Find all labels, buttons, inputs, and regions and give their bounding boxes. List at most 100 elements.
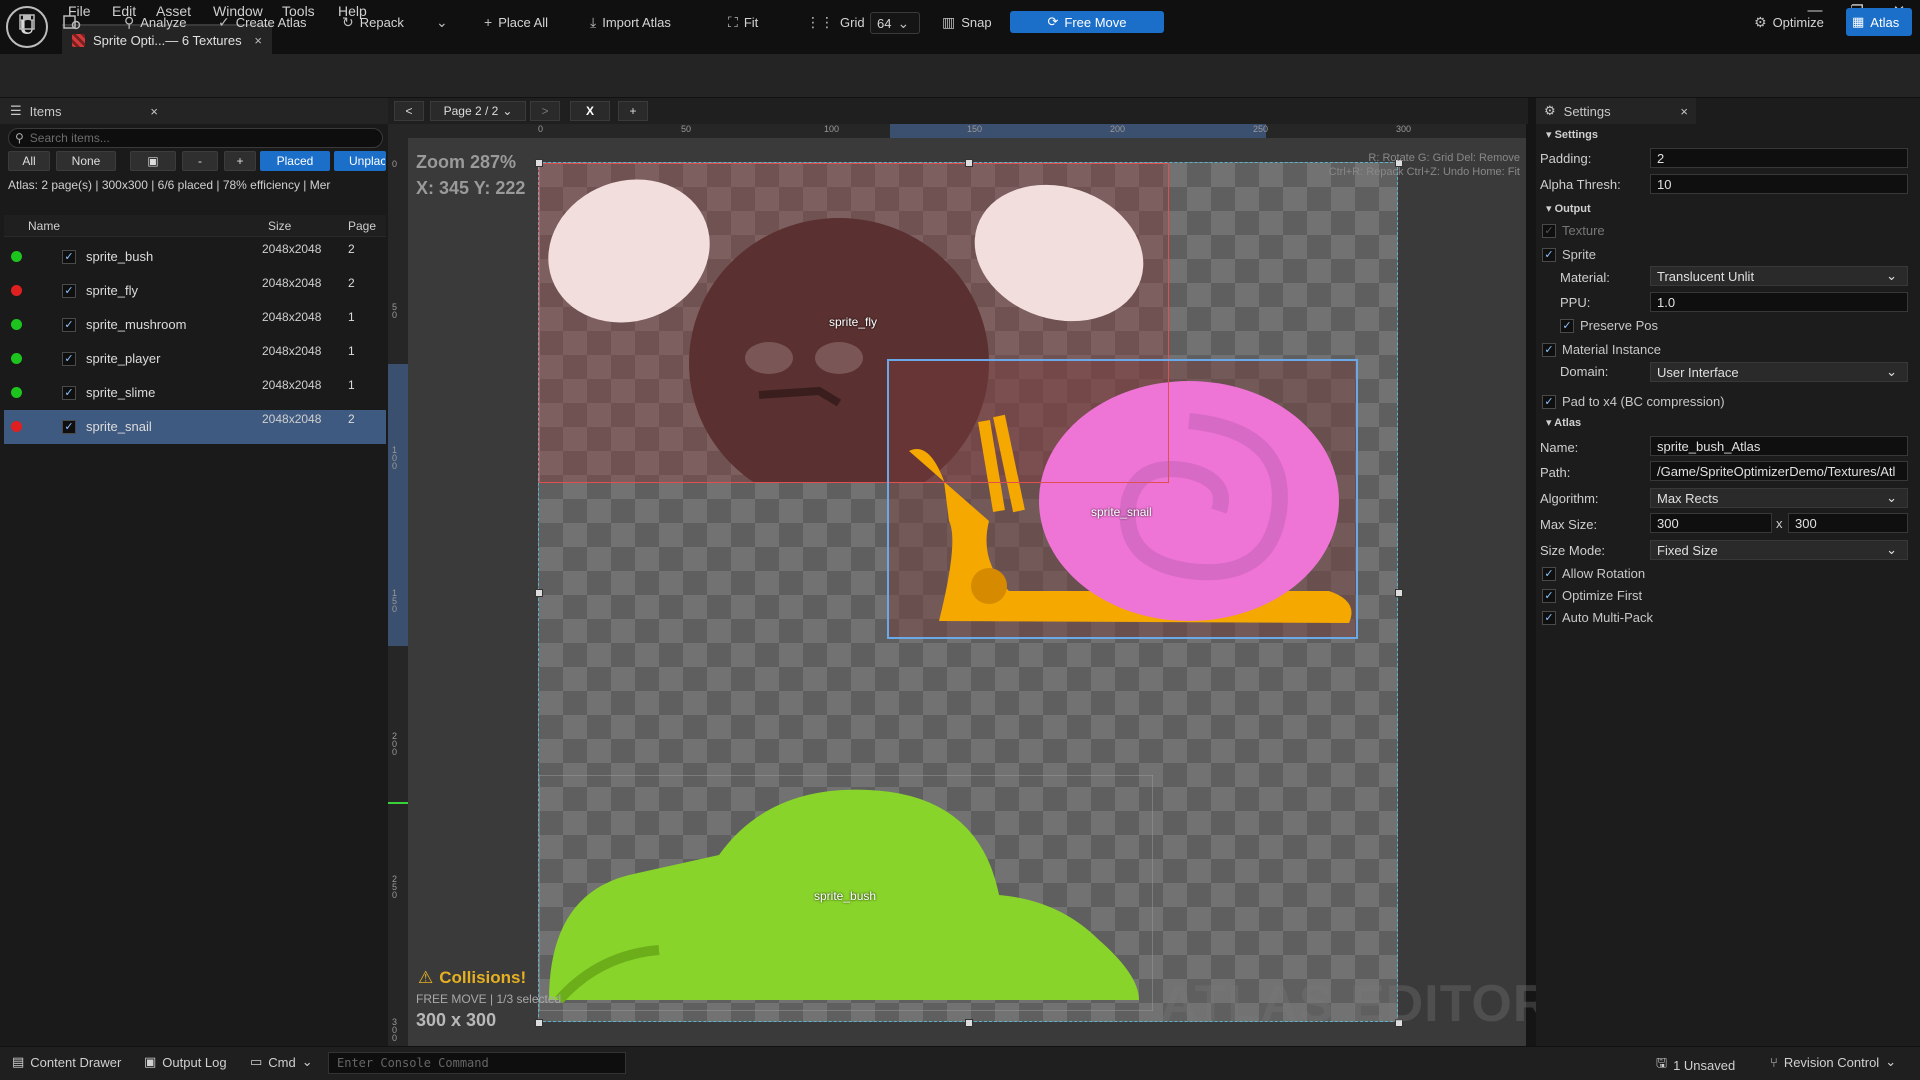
sprite-checkbox[interactable]: ✓ Sprite	[1542, 247, 1596, 262]
filter-all-button[interactable]: All	[8, 151, 50, 171]
free-move-label: Free Move	[1064, 14, 1127, 30]
unsaved-button[interactable]: 🖫 1 Unsaved	[1656, 1054, 1735, 1076]
checkbox-icon[interactable]: ✓	[62, 352, 76, 366]
analyze-button[interactable]: ⚲ Analyze	[118, 8, 193, 36]
list-item[interactable]: ✓ sprite_player 2048x2048 1	[4, 342, 386, 376]
list-item[interactable]: ✓ sprite_snail 2048x2048 2	[4, 410, 386, 444]
column-size[interactable]: Size	[268, 219, 291, 233]
output-section[interactable]: ▾ Output	[1546, 202, 1591, 215]
branch-icon: ⑂	[1770, 1054, 1778, 1070]
checkbox-icon[interactable]: ✓	[62, 250, 76, 264]
cmd-select[interactable]: ▭ Cmd ⌄	[250, 1054, 313, 1070]
browse-icon[interactable]	[56, 8, 88, 36]
gear-icon: ⚙	[1754, 13, 1767, 30]
material-instance-checkbox[interactable]: ✓ Material Instance	[1542, 342, 1661, 357]
settings-section[interactable]: ▾ Settings	[1546, 128, 1598, 141]
preserve-pos-checkbox[interactable]: ✓ Preserve Pos	[1560, 318, 1658, 333]
create-atlas-button[interactable]: ✓ Create Atlas	[212, 8, 313, 36]
next-page-button[interactable]: >	[530, 101, 560, 121]
fit-button[interactable]: ⛶ Fit	[722, 8, 764, 36]
list-item[interactable]: ✓ sprite_slime 2048x2048 1	[4, 376, 386, 410]
optimize-first-checkbox[interactable]: ✓ Optimize First	[1542, 588, 1642, 603]
atlas-page-board[interactable]: sprite_fly sprite_snail sprite_bush	[535, 159, 1403, 1027]
status-dot-icon	[11, 387, 22, 398]
list-item[interactable]: ✓ sprite_bush 2048x2048 2	[4, 240, 386, 274]
material-instance-label: Material Instance	[1562, 342, 1661, 357]
material-select[interactable]: Translucent Unlit ⌄	[1650, 266, 1908, 286]
checkbox-icon[interactable]: ✓	[62, 318, 76, 332]
pad-x4-checkbox[interactable]: ✓ Pad to x4 (BC compression)	[1542, 394, 1725, 409]
algorithm-value: Max Rects	[1657, 490, 1719, 506]
select-visible-icon[interactable]: ▣	[130, 151, 176, 171]
column-page[interactable]: Page	[348, 219, 376, 233]
padding-field[interactable]: 2	[1650, 148, 1908, 168]
cursor-marker	[388, 802, 408, 804]
search-input[interactable]: ⚲ Search items...	[8, 128, 383, 148]
max-width-field[interactable]: 300	[1650, 513, 1772, 533]
grid-size-select[interactable]: 64 ⌄	[870, 12, 920, 34]
filter-none-button[interactable]: None	[56, 151, 116, 171]
texture-checkbox[interactable]: ✓ Texture	[1542, 223, 1605, 238]
atlas-button[interactable]: ▦ Atlas	[1846, 8, 1912, 36]
remove-page-button[interactable]: X	[570, 101, 610, 121]
close-settings-icon[interactable]: ×	[1680, 104, 1688, 119]
toolbar	[0, 54, 1920, 98]
atlas-name-field[interactable]: sprite_bush_Atlas	[1650, 436, 1908, 456]
free-move-button[interactable]: ⟳ Free Move	[1010, 11, 1164, 33]
resize-handle-r[interactable]	[1395, 589, 1403, 597]
resize-handle-l[interactable]	[535, 589, 543, 597]
checkbox-icon[interactable]: ✓	[62, 386, 76, 400]
resize-handle-b[interactable]	[965, 1019, 973, 1027]
filter-unplaced-button[interactable]: Unplac	[334, 151, 386, 171]
prev-page-button[interactable]: <	[394, 101, 424, 121]
auto-multi-pack-checkbox[interactable]: ✓ Auto Multi-Pack	[1542, 610, 1653, 625]
page-select[interactable]: Page 2 / 2 ⌄	[430, 101, 526, 121]
resize-handle-tl[interactable]	[535, 159, 543, 167]
settings-section-label: Settings	[1554, 129, 1598, 141]
domain-select[interactable]: User Interface ⌄	[1650, 362, 1908, 382]
item-page: 1	[348, 310, 355, 324]
content-drawer-button[interactable]: ▤ Content Drawer	[12, 1054, 121, 1070]
list-item[interactable]: ✓ sprite_mushroom 2048x2048 1	[4, 308, 386, 342]
output-log-button[interactable]: ▣ Output Log	[144, 1054, 227, 1070]
checkbox-icon: ✓	[1542, 588, 1556, 603]
column-name[interactable]: Name	[28, 219, 60, 233]
atlas-section[interactable]: ▾ Atlas	[1546, 416, 1581, 429]
checkbox-icon[interactable]: ✓	[62, 420, 76, 434]
checkbox-icon[interactable]: ✓	[62, 284, 76, 298]
ruler-y-tick: 2 5 0	[392, 874, 398, 900]
atlas-editor-watermark: ATLAS EDITOR	[1160, 975, 1552, 1033]
size-mode-select[interactable]: Fixed Size ⌄	[1650, 540, 1908, 560]
grid-button[interactable]: ⋮⋮ Grid	[800, 8, 871, 36]
repack-button[interactable]: ↻ Repack	[336, 8, 410, 36]
repack-dropdown[interactable]: ⌄	[430, 8, 454, 36]
algorithm-label: Algorithm:	[1540, 491, 1599, 506]
import-atlas-button[interactable]: ⤓ Import Atlas	[584, 8, 677, 36]
ppu-field[interactable]: 1.0	[1650, 292, 1908, 312]
revision-control-button[interactable]: ⑂ Revision Control ⌄	[1770, 1054, 1896, 1070]
expand-button[interactable]: +	[224, 151, 256, 171]
max-height-field[interactable]: 300	[1788, 513, 1908, 533]
ruler-y-tick: 3 0 0	[392, 1017, 398, 1043]
list-item[interactable]: ✓ sprite_fly 2048x2048 2	[4, 274, 386, 308]
add-page-button[interactable]: +	[618, 101, 648, 121]
save-icon[interactable]	[12, 8, 42, 36]
snap-button[interactable]: ▥ Snap	[936, 8, 998, 36]
resize-handle-t[interactable]	[965, 159, 973, 167]
algorithm-select[interactable]: Max Rects ⌄	[1650, 488, 1908, 508]
material-value: Translucent Unlit	[1657, 268, 1755, 284]
allow-rotation-checkbox[interactable]: ✓ Allow Rotation	[1542, 566, 1645, 581]
alpha-thresh-field[interactable]: 10	[1650, 174, 1908, 194]
item-size: 2048x2048	[262, 344, 322, 358]
status-dot-icon	[11, 285, 22, 296]
atlas-path-field[interactable]: /Game/SpriteOptimizerDemo/Textures/Atl	[1650, 461, 1908, 481]
place-all-button[interactable]: + Place All	[478, 8, 554, 36]
close-items-panel-icon[interactable]: ×	[150, 104, 158, 119]
optimize-button[interactable]: ⚙ Optimize	[1748, 8, 1830, 36]
filter-placed-button[interactable]: Placed	[260, 151, 330, 171]
sprite-snail-bounds[interactable]	[887, 359, 1358, 639]
collapse-button[interactable]: -	[182, 151, 218, 171]
console-input[interactable]: Enter Console Command	[328, 1052, 626, 1074]
resize-handle-bl[interactable]	[535, 1019, 543, 1027]
plus-icon: +	[484, 14, 493, 30]
